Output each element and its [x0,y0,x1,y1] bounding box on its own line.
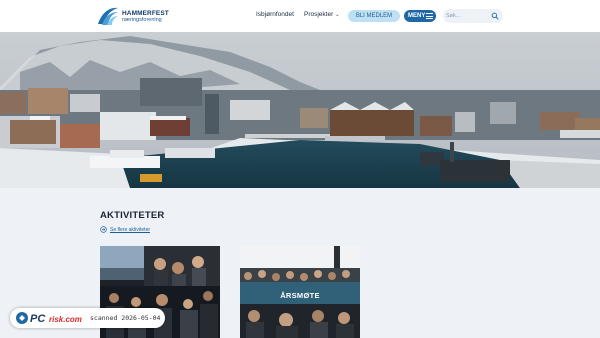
svg-text:risk.com: risk.com [49,315,82,324]
menu-button-label: MENY [408,13,426,19]
site-logo[interactable]: HAMMERFEST næringsforening [96,4,176,28]
chevron-down-icon: ⌄ [335,12,340,18]
search-box [443,9,503,23]
nav-isbjornfondet[interactable]: Isbjørnfondet [256,11,294,18]
menu-button[interactable]: MENY [404,10,436,22]
logo-subtitle: næringsforening [122,17,162,23]
scan-watermark: PC risk.com scanned 2026-05-04 [10,308,165,328]
hamburger-icon [426,13,433,19]
nav-prosjekter[interactable]: Prosjekter ⌄ [304,11,339,18]
pcrisk-logo-icon: PC risk.com [16,312,82,325]
see-more-activities-label: Se flere aktiviteter [110,227,151,233]
nav-prosjekter-label: Prosjekter [304,11,334,18]
logo-title: HAMMERFEST [122,10,169,17]
harbor-town-photo [0,32,600,188]
logo-mark-icon [98,7,118,25]
site-header: HAMMERFEST næringsforening Isbjørnfondet… [0,0,600,32]
search-input[interactable] [446,11,490,21]
scan-date-text: scanned 2026-05-04 [90,314,161,322]
arrow-circle-icon [100,226,107,233]
join-member-button[interactable]: BLI MEDLEM [348,10,400,22]
activity-card-arsmote[interactable]: ÅRSMØTE [240,246,360,338]
activities-heading: AKTIVITETER [100,210,165,221]
search-icon[interactable] [491,12,499,20]
activity-card-title: ÅRSMØTE [280,291,320,300]
svg-text:PC: PC [30,313,46,325]
hero-image [0,32,600,188]
